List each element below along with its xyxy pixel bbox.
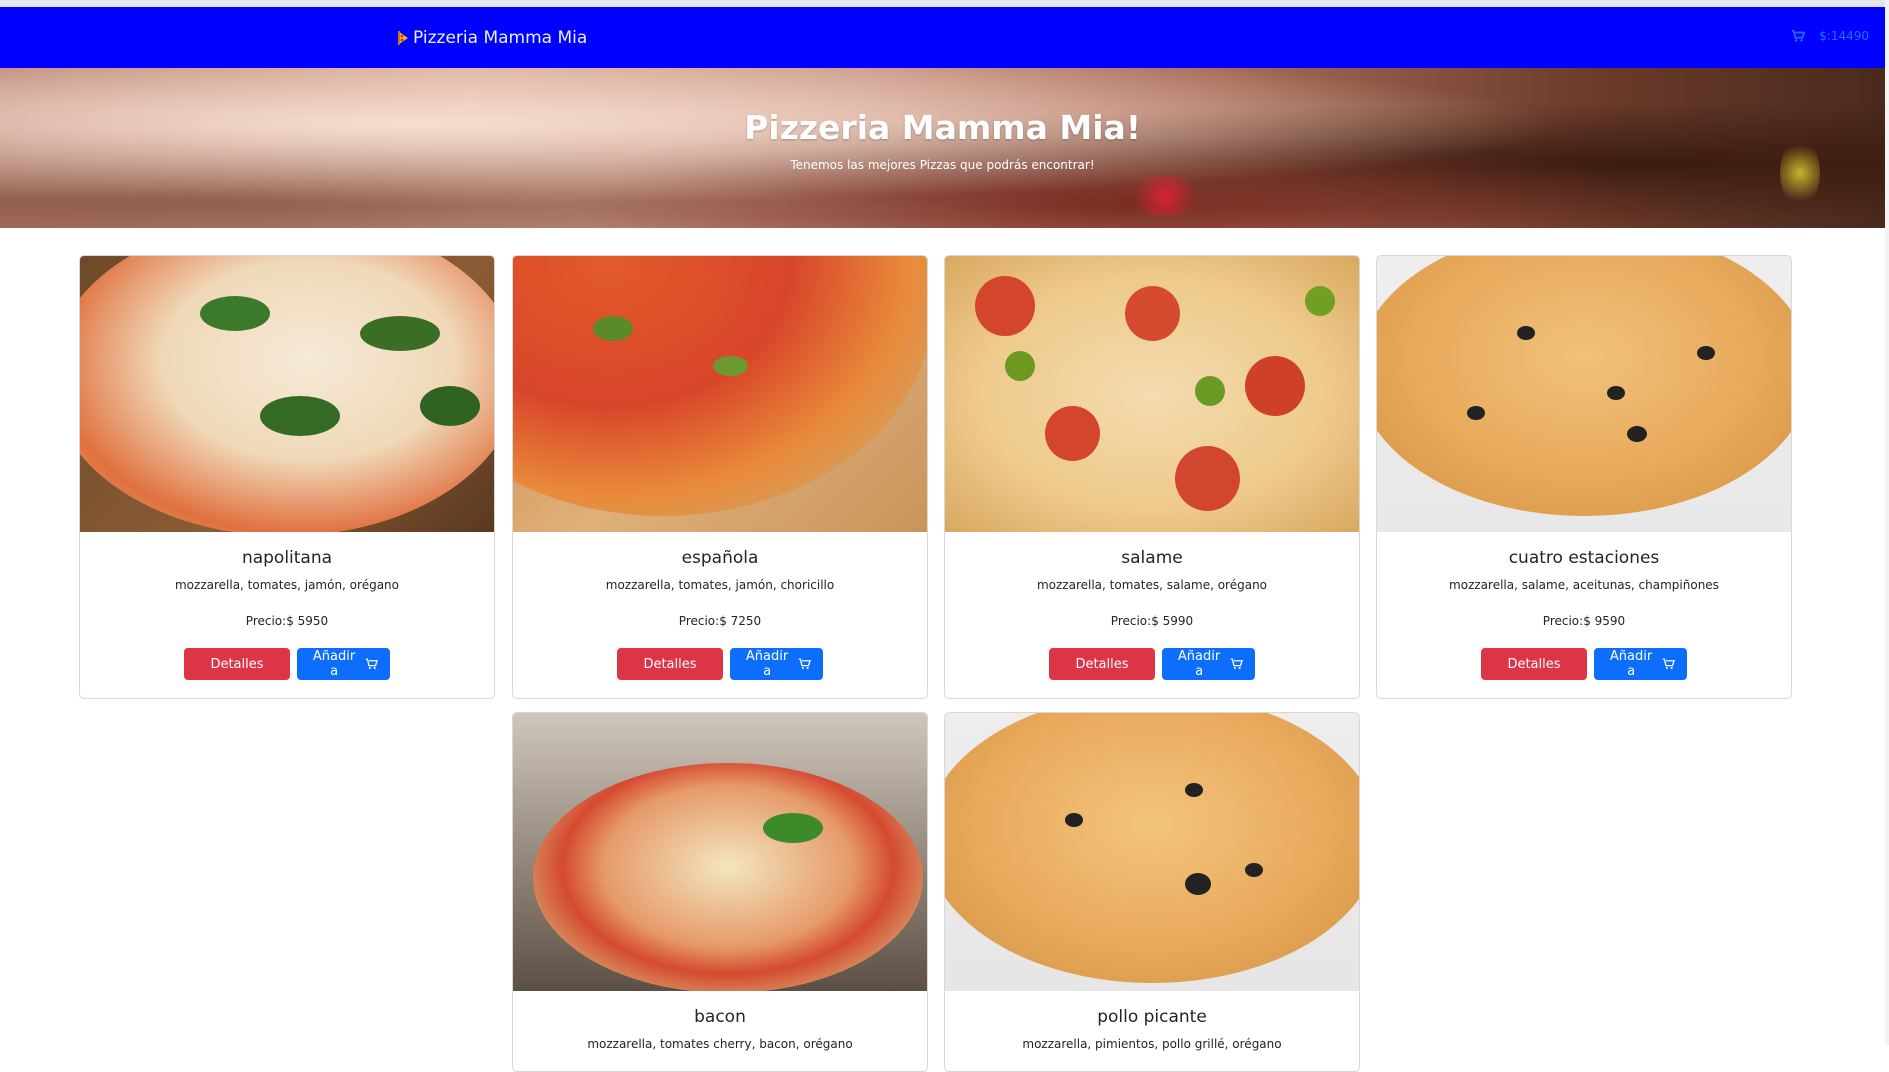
hero-title: Pizzeria Mamma Mia! — [744, 108, 1141, 147]
scrollbar-track[interactable] — [1885, 0, 1889, 1045]
pizza-name: cuatro estaciones — [1508, 548, 1660, 568]
add-to-cart-button[interactable]: Añadir a — [1162, 648, 1255, 680]
add-to-cart-button[interactable]: Añadir a — [1594, 648, 1687, 680]
pizza-ingredients: mozzarella, salame, aceitunas, champiñon… — [1449, 578, 1719, 592]
pizza-ingredients: mozzarella, tomates cherry, bacon, oréga… — [587, 1037, 853, 1051]
pizza-ingredients: mozzarella, tomates, jamón, choricillo — [605, 578, 835, 592]
pizza-price: Precio:$ 5950 — [245, 614, 329, 628]
details-label: Detalles — [1507, 656, 1561, 672]
hero-subtitle: Tenemos las mejores Pizzas que podrás en… — [790, 158, 1095, 172]
pizza-card: salame mozzarella, tomates, salame, orég… — [944, 255, 1360, 699]
hero-decoration — [1125, 176, 1205, 216]
pizza-image — [80, 256, 494, 532]
pizza-ingredients: mozzarella, tomates, salame, orégano — [1036, 578, 1268, 592]
pizza-slice-icon — [398, 31, 408, 45]
pizza-card: cuatro estaciones mozzarella, salame, ac… — [1376, 255, 1792, 699]
cart-icon — [1662, 658, 1675, 670]
pizza-card: pollo picante mozzarella, pimientos, pol… — [944, 712, 1360, 1072]
pizza-ingredients: mozzarella, pimientos, pollo grillé, oré… — [1022, 1037, 1282, 1051]
pizza-card: napolitana mozzarella, tomates, jamón, o… — [79, 255, 495, 699]
pizza-image — [513, 713, 927, 991]
pizza-name: bacon — [694, 1007, 746, 1027]
pizza-name: pollo picante — [1097, 1007, 1207, 1027]
cart-icon — [365, 658, 378, 670]
pizza-card: bacon mozzarella, tomates cherry, bacon,… — [512, 712, 928, 1072]
hero-banner: Pizzeria Mamma Mia! Tenemos las mejores … — [0, 68, 1885, 228]
pizza-image — [513, 256, 927, 532]
cart-total: $:14490 — [1819, 29, 1869, 43]
brand-label: Pizzeria Mamma Mia — [413, 28, 588, 48]
pizza-image — [945, 713, 1359, 991]
add-label: Añadir a — [1177, 649, 1221, 679]
pizza-card: española mozzarella, tomates, jamón, cho… — [512, 255, 928, 699]
pizza-name: salame — [1121, 548, 1183, 568]
add-to-cart-button[interactable]: Añadir a — [730, 648, 823, 680]
add-to-cart-button[interactable]: Añadir a — [297, 648, 390, 680]
add-label: Añadir a — [1609, 649, 1653, 679]
pizza-name: española — [681, 548, 759, 568]
hero-decoration — [1780, 138, 1820, 208]
details-button[interactable]: Detalles — [1049, 648, 1155, 680]
cart-icon — [798, 658, 811, 670]
pizza-price: Precio:$ 9590 — [1542, 614, 1626, 628]
details-label: Detalles — [210, 656, 264, 672]
cart-total-link[interactable]: $:14490 — [1791, 29, 1869, 43]
brand-link[interactable]: Pizzeria Mamma Mia — [397, 27, 587, 49]
pizza-image — [945, 256, 1359, 532]
add-label: Añadir a — [745, 649, 789, 679]
pizza-name: napolitana — [241, 548, 333, 568]
pizza-ingredients: mozzarella, tomates, jamón, orégano — [174, 578, 399, 592]
pizza-price: Precio:$ 5990 — [1110, 614, 1194, 628]
pizza-image — [1377, 256, 1791, 532]
details-button[interactable]: Detalles — [617, 648, 723, 680]
cart-icon — [1230, 658, 1243, 670]
pizza-price: Precio:$ 7250 — [678, 614, 762, 628]
navbar: Pizzeria Mamma Mia $:14490 — [0, 7, 1889, 68]
browser-top-strip — [0, 0, 1889, 7]
details-label: Detalles — [643, 656, 697, 672]
add-label: Añadir a — [312, 649, 356, 679]
details-button[interactable]: Detalles — [1481, 648, 1587, 680]
details-button[interactable]: Detalles — [184, 648, 290, 680]
details-label: Detalles — [1075, 656, 1129, 672]
cart-icon — [1792, 29, 1806, 42]
